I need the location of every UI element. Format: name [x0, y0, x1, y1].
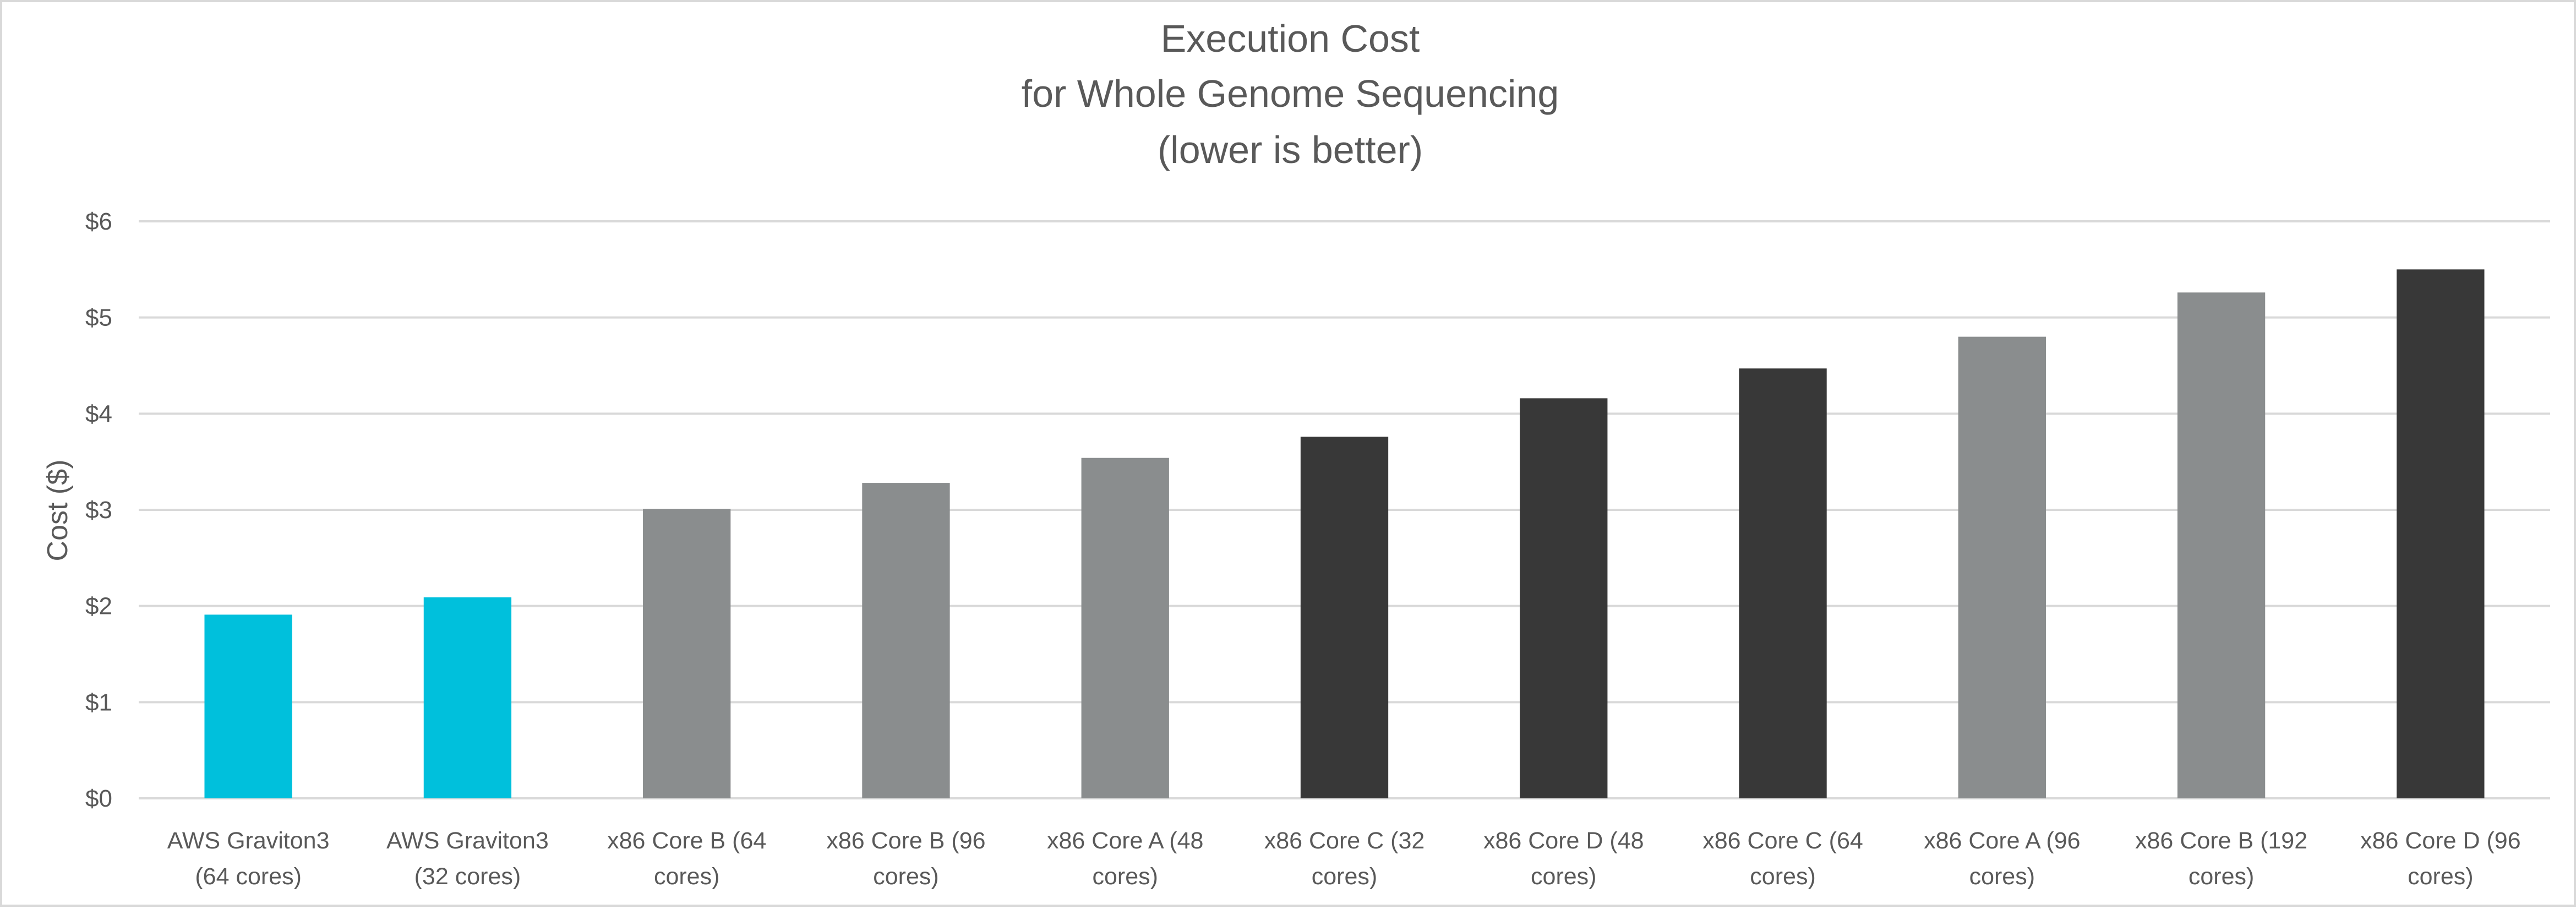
y-tick-label: $0 — [85, 785, 112, 812]
bar — [1520, 398, 1608, 798]
x-tick-label-line: cores) — [1969, 863, 2035, 890]
x-tick-label: x86 Core D (96 cores) — [2360, 828, 2521, 890]
x-tick-label: x86 Core D (48 cores) — [1483, 828, 1644, 890]
x-tick-label-line: x86 Core A (48 — [1047, 828, 1203, 854]
x-tick-label-line: cores) — [1750, 863, 1815, 890]
y-tick-label: $5 — [85, 304, 112, 331]
x-tick-label-line: (64 cores) — [195, 863, 302, 890]
bars — [204, 269, 2485, 798]
x-tick-label: x86 Core B (192 cores) — [2135, 828, 2307, 890]
y-axis-ticks: $0 $1 $2 $3 $4 $5 $6 — [85, 208, 112, 812]
x-tick-label-line: cores) — [2188, 863, 2254, 890]
bar — [2397, 269, 2485, 798]
x-tick-label-line: x86 Core B (192 — [2135, 828, 2307, 854]
x-tick-label-line: x86 Core D (48 — [1483, 828, 1644, 854]
bar — [2177, 292, 2266, 798]
bar — [204, 614, 292, 798]
x-tick-label-line: cores) — [1092, 863, 1158, 890]
bar-chart: Execution Cost for Whole Genome Sequencin… — [42, 17, 2550, 890]
x-tick-label: x86 Core A (48 cores) — [1047, 828, 1203, 890]
bar — [423, 597, 512, 798]
x-tick-label-line: x86 Core D (96 — [2360, 828, 2521, 854]
x-tick-label-line: x86 Core C (64 — [1702, 828, 1863, 854]
chart-title: Execution Cost for Whole Genome Sequencin… — [1022, 17, 1559, 171]
chart-title-line: Execution Cost — [1161, 17, 1420, 60]
x-tick-label-line: cores) — [873, 863, 938, 890]
x-tick-label-line: cores) — [1531, 863, 1596, 890]
x-tick-label-line: x86 Core A (96 — [1924, 828, 2080, 854]
y-tick-label: $2 — [85, 593, 112, 620]
y-tick-label: $4 — [85, 400, 112, 427]
x-tick-label: x86 Core C (64 cores) — [1702, 828, 1863, 890]
y-axis-label: Cost ($) — [42, 460, 74, 562]
bar — [1300, 437, 1389, 798]
x-tick-label: AWS Graviton3 (64 cores) — [167, 828, 330, 890]
bar — [1739, 368, 1827, 798]
x-tick-label: x86 Core B (96 cores) — [826, 828, 985, 890]
chart-title-line: (lower is better) — [1158, 128, 1423, 171]
x-tick-label-line: x86 Core B (96 — [826, 828, 985, 854]
x-tick-label-line: x86 Core C (32 — [1264, 828, 1425, 854]
bar — [1081, 458, 1169, 798]
x-tick-label-line: cores) — [2408, 863, 2473, 890]
bar — [862, 483, 950, 798]
chart-frame: Execution Cost for Whole Genome Sequencin… — [0, 0, 2576, 907]
x-tick-label-line: AWS Graviton3 — [167, 828, 330, 854]
x-tick-label-line: AWS Graviton3 — [386, 828, 549, 854]
x-tick-label: AWS Graviton3 (32 cores) — [386, 828, 549, 890]
y-tick-label: $3 — [85, 497, 112, 524]
y-tick-label: $6 — [85, 208, 112, 235]
x-tick-label: x86 Core B (64 cores) — [607, 828, 766, 890]
bar — [1958, 336, 2046, 798]
chart-title-line: for Whole Genome Sequencing — [1022, 72, 1559, 115]
x-tick-label-line: cores) — [654, 863, 719, 890]
y-tick-label: $1 — [85, 689, 112, 716]
x-tick-label: x86 Core A (96 cores) — [1924, 828, 2080, 890]
x-tick-label-line: x86 Core B (64 — [607, 828, 766, 854]
x-tick-label-line: cores) — [1312, 863, 1377, 890]
bar — [643, 509, 731, 798]
x-axis-ticks: AWS Graviton3 (64 cores) AWS Graviton3 (32 … — [167, 828, 2521, 890]
x-tick-label: x86 Core C (32 cores) — [1264, 828, 1425, 890]
x-tick-label-line: (32 cores) — [414, 863, 521, 890]
